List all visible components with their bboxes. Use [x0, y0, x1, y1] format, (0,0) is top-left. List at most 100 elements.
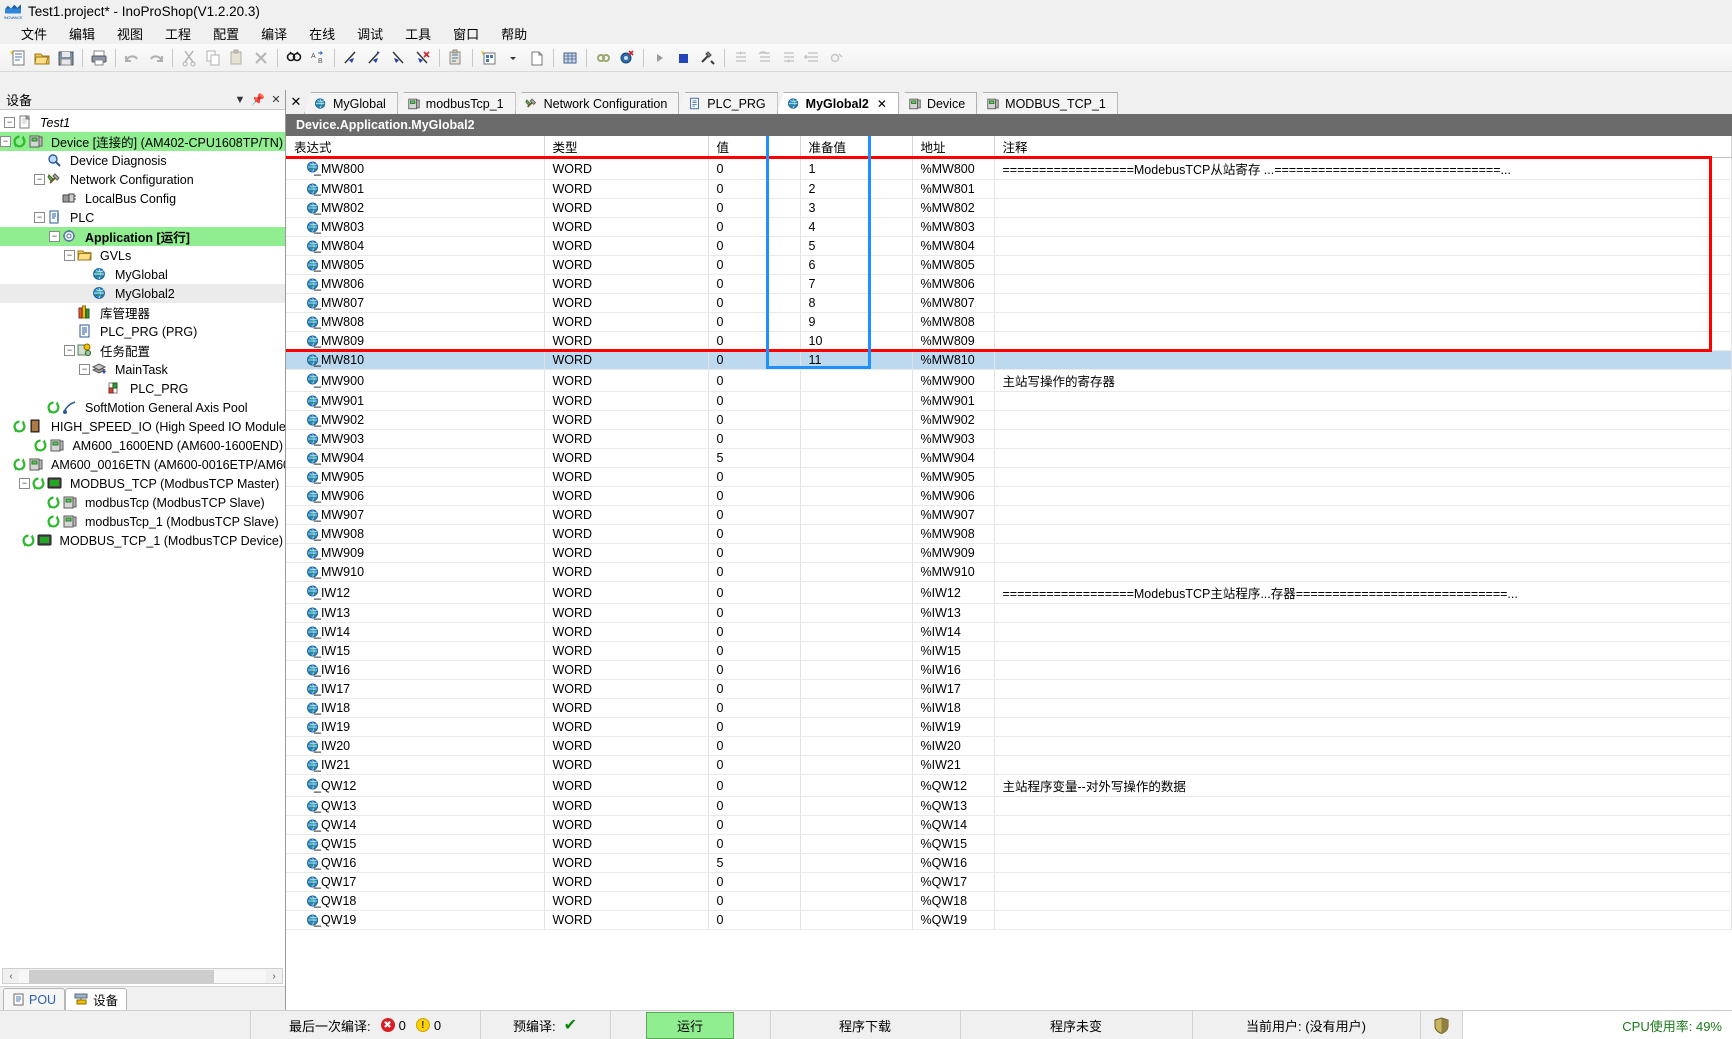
- cell-prepared-value[interactable]: [800, 581, 913, 604]
- menu-item-tools[interactable]: 工具: [394, 22, 442, 45]
- login-icon[interactable]: [339, 46, 363, 70]
- cell-prepared-value[interactable]: 7: [800, 274, 913, 294]
- tab-close-icon[interactable]: ✕: [877, 97, 887, 111]
- table-row[interactable]: _IW13 WORD 0 %IW13: [286, 603, 1732, 623]
- cell-expression[interactable]: _IW20: [286, 736, 545, 756]
- cell-prepared-value[interactable]: [800, 603, 913, 623]
- cell-prepared-value[interactable]: [800, 872, 913, 892]
- cell-expression[interactable]: _QW17: [286, 872, 545, 892]
- menu-item-online[interactable]: 在线: [298, 22, 346, 45]
- cell-expression[interactable]: _IW18: [286, 698, 545, 718]
- tree-expander[interactable]: −: [0, 136, 11, 147]
- cell-prepared-value[interactable]: [800, 622, 913, 642]
- tree-item[interactable]: modbusTcp (ModbusTCP Slave): [0, 493, 285, 512]
- table-row[interactable]: _MW808 WORD 0 9 %MW808: [286, 312, 1732, 332]
- cell-expression[interactable]: _QW12: [286, 774, 545, 797]
- table-row[interactable]: _IW15 WORD 0 %IW15: [286, 641, 1732, 661]
- table-row[interactable]: _MW805 WORD 0 6 %MW805: [286, 255, 1732, 275]
- cell-prepared-value[interactable]: 5: [800, 236, 913, 256]
- grid-icon[interactable]: [558, 46, 582, 70]
- tree-expander[interactable]: −: [64, 345, 75, 356]
- close-icon[interactable]: ✕: [267, 93, 285, 106]
- cell-prepared-value[interactable]: [800, 641, 913, 661]
- cell-prepared-value[interactable]: [800, 369, 913, 392]
- tree-item[interactable]: SoftMotion General Axis Pool: [0, 398, 285, 417]
- cell-prepared-value[interactable]: 9: [800, 312, 913, 332]
- table-row[interactable]: _MW901 WORD 0 %MW901: [286, 391, 1732, 411]
- menu-item-build[interactable]: 编译: [250, 22, 298, 45]
- table-row[interactable]: _IW18 WORD 0 %IW18: [286, 698, 1732, 718]
- watch-table-container[interactable]: 表达式 类型 值 准备值 地址 注释 _MW800 WORD 0 1 %MW800 ===…: [286, 136, 1732, 1010]
- tree-item[interactable]: MyGlobal: [0, 265, 285, 284]
- cell-prepared-value[interactable]: [800, 853, 913, 873]
- tree-item[interactable]: MODBUS_TCP_1 (ModbusTCP Device): [0, 531, 285, 550]
- cell-expression[interactable]: _MW810: [286, 350, 545, 370]
- tree-item[interactable]: MyGlobal2: [0, 284, 285, 303]
- cell-prepared-value[interactable]: [800, 736, 913, 756]
- tools-icon[interactable]: [696, 46, 720, 70]
- cell-prepared-value[interactable]: [800, 717, 913, 737]
- cell-prepared-value[interactable]: [800, 910, 913, 930]
- table-row[interactable]: _IW20 WORD 0 %IW20: [286, 736, 1732, 756]
- cell-expression[interactable]: _QW16: [286, 853, 545, 873]
- cell-prepared-value[interactable]: 10: [800, 331, 913, 351]
- cell-expression[interactable]: _MW910: [286, 562, 545, 582]
- tree-item[interactable]: AM600_0016ETN (AM600-0016ETP/AM600-0...: [0, 455, 285, 474]
- tree-item[interactable]: − 任务配置: [0, 341, 285, 360]
- menu-item-window[interactable]: 窗口: [442, 22, 490, 45]
- menu-item-help[interactable]: 帮助: [490, 22, 538, 45]
- device-tree[interactable]: − Test1 − Device [连接的] (AM402-CPU1608TP/TN…: [0, 110, 285, 968]
- menu-item-view[interactable]: 视图: [106, 22, 154, 45]
- editor-tab[interactable]: MODBUS_TCP_1: [976, 92, 1118, 114]
- cell-prepared-value[interactable]: 3: [800, 198, 913, 218]
- cell-expression[interactable]: _MW801: [286, 179, 545, 199]
- menu-item-project[interactable]: 工程: [154, 22, 202, 45]
- tree-item[interactable]: − MainTask: [0, 360, 285, 379]
- menu-item-edit[interactable]: 编辑: [58, 22, 106, 45]
- table-row[interactable]: _MW800 WORD 0 1 %MW800 ==================Mode…: [286, 157, 1732, 180]
- tab-devices[interactable]: 设备: [65, 988, 128, 1010]
- cell-expression[interactable]: _IW19: [286, 717, 545, 737]
- tree-item[interactable]: Device Diagnosis: [0, 151, 285, 170]
- new-object-icon[interactable]: [477, 46, 501, 70]
- column-header-value[interactable]: 值: [708, 136, 801, 158]
- table-row[interactable]: _IW16 WORD 0 %IW16: [286, 660, 1732, 680]
- table-row[interactable]: _MW801 WORD 0 2 %MW801: [286, 179, 1732, 199]
- editor-tab[interactable]: modbusTcp_1: [396, 92, 516, 114]
- cell-expression[interactable]: _MW902: [286, 410, 545, 430]
- table-row[interactable]: _MW803 WORD 0 4 %MW803: [286, 217, 1732, 237]
- cell-expression[interactable]: _IW13: [286, 603, 545, 623]
- cell-prepared-value[interactable]: [800, 834, 913, 854]
- cell-expression[interactable]: _MW908: [286, 524, 545, 544]
- chevron-down-icon[interactable]: [501, 46, 525, 70]
- cell-prepared-value[interactable]: [800, 543, 913, 563]
- login-all-icon[interactable]: [363, 46, 387, 70]
- cell-expression[interactable]: _MW804: [286, 236, 545, 256]
- column-header-expression[interactable]: 表达式: [286, 136, 545, 158]
- table-row[interactable]: _MW906 WORD 0 %MW906: [286, 486, 1732, 506]
- cell-expression[interactable]: _MW909: [286, 543, 545, 563]
- cell-expression[interactable]: _IW21: [286, 755, 545, 775]
- scroll-left-icon[interactable]: ‹: [3, 971, 19, 982]
- cell-prepared-value[interactable]: [800, 524, 913, 544]
- table-row[interactable]: _MW909 WORD 0 %MW909: [286, 543, 1732, 563]
- cell-expression[interactable]: _MW904: [286, 448, 545, 468]
- cell-expression[interactable]: _QW19: [286, 910, 545, 930]
- cell-prepared-value[interactable]: [800, 679, 913, 699]
- cell-prepared-value[interactable]: 1: [800, 157, 913, 180]
- tree-item[interactable]: − Device [连接的] (AM402-CPU1608TP/TN): [0, 132, 285, 151]
- table-row[interactable]: _QW19 WORD 0 %QW19: [286, 910, 1732, 930]
- tree-item[interactable]: − Application [运行]: [0, 227, 285, 246]
- cell-expression[interactable]: _MW803: [286, 217, 545, 237]
- column-header-comment[interactable]: 注释: [994, 136, 1732, 158]
- stop-icon[interactable]: [672, 46, 696, 70]
- tree-expander[interactable]: −: [34, 212, 45, 223]
- table-row[interactable]: _QW15 WORD 0 %QW15: [286, 834, 1732, 854]
- cell-expression[interactable]: _MW809: [286, 331, 545, 351]
- logout-all-icon[interactable]: [411, 46, 435, 70]
- cell-expression[interactable]: _MW800: [286, 157, 545, 180]
- status-download[interactable]: 程序下载: [771, 1010, 961, 1039]
- tree-expander[interactable]: −: [64, 250, 75, 261]
- cell-prepared-value[interactable]: [800, 486, 913, 506]
- cell-expression[interactable]: _MW802: [286, 198, 545, 218]
